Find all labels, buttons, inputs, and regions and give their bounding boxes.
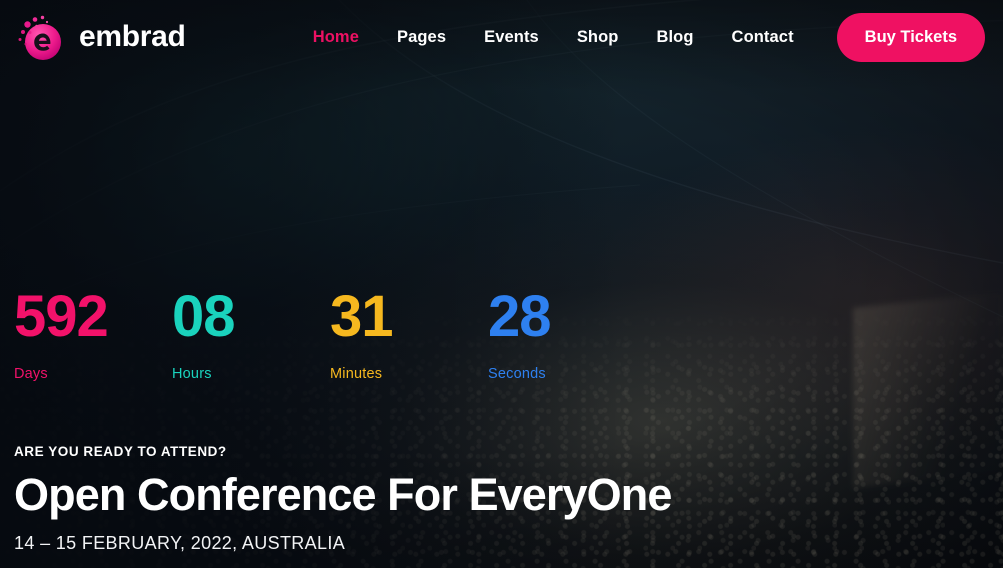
brand-name: embrad bbox=[79, 20, 186, 53]
countdown-seconds-value: 28 bbox=[488, 284, 552, 349]
countdown-hours-label: Hours bbox=[172, 366, 212, 382]
site-header: embrad Home Pages Events Shop Blog Conta… bbox=[0, 0, 1003, 74]
page-title: Open Conference For EveryOne bbox=[14, 469, 672, 520]
nav-item-blog[interactable]: Blog bbox=[637, 28, 712, 47]
countdown-unit-minutes: 31 Minutes bbox=[330, 284, 488, 383]
event-countdown-timer: 592 Days 08 Hours 31 Minutes 28 Seconds bbox=[14, 284, 646, 383]
countdown-unit-days: 592 Days bbox=[14, 284, 172, 383]
hero-copy: Are You Ready To Attend? Open Conference… bbox=[14, 444, 672, 554]
countdown-minutes-label: Minutes bbox=[330, 366, 383, 382]
countdown-unit-hours: 08 Hours bbox=[172, 284, 330, 383]
brand-logo-link[interactable]: embrad bbox=[14, 11, 186, 63]
nav-item-pages[interactable]: Pages bbox=[378, 28, 465, 47]
buy-tickets-button[interactable]: Buy Tickets bbox=[836, 12, 985, 62]
embrad-logo-icon bbox=[14, 11, 66, 63]
nav-item-home[interactable]: Home bbox=[294, 28, 378, 47]
countdown-hours-value: 08 bbox=[172, 284, 236, 349]
countdown-minutes-value: 31 bbox=[330, 284, 394, 349]
countdown-unit-seconds: 28 Seconds bbox=[488, 284, 646, 383]
event-date: 14 – 15 February, 2022, Australia bbox=[14, 532, 346, 553]
nav-item-contact[interactable]: Contact bbox=[713, 28, 813, 47]
nav-item-shop[interactable]: Shop bbox=[558, 28, 638, 47]
hero-section: embrad Home Pages Events Shop Blog Conta… bbox=[0, 0, 1003, 568]
countdown-seconds-label: Seconds bbox=[488, 366, 546, 382]
countdown-days-label: Days bbox=[14, 366, 48, 382]
nav-item-events[interactable]: Events bbox=[465, 28, 558, 47]
countdown-days-value: 592 bbox=[14, 284, 109, 349]
hero-kicker: Are You Ready To Attend? bbox=[14, 444, 227, 459]
main-navigation: Home Pages Events Shop Blog Contact bbox=[294, 28, 813, 47]
